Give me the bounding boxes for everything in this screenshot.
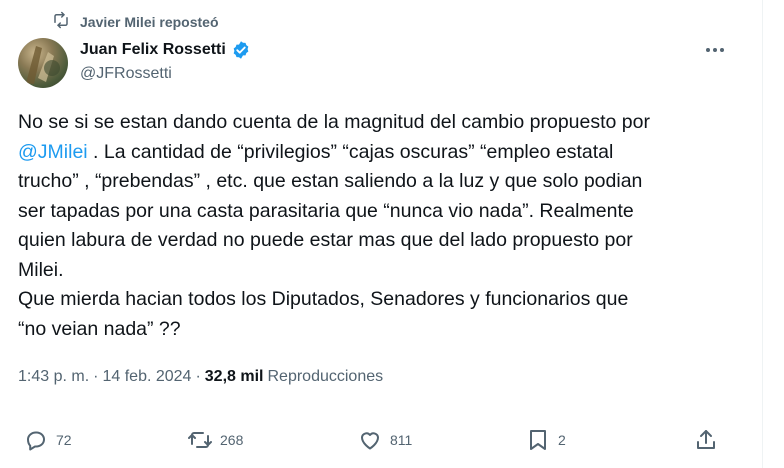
tweet-meta: 1:43 p. m. · 14 feb. 2024 · 32,8 mil Rep… [18, 368, 383, 386]
author-handle[interactable]: @JFRossetti [80, 65, 172, 83]
bookmark-count: 2 [558, 432, 566, 448]
repost-icon [188, 428, 212, 452]
repost-banner[interactable]: Javier Milei reposteó [52, 11, 219, 32]
reply-button[interactable]: 72 [24, 428, 72, 452]
tweet-time[interactable]: 1:43 p. m. [18, 368, 89, 386]
like-count: 811 [390, 432, 413, 448]
tweet-line: trucho” , “prebendas” , etc. que estan s… [18, 170, 643, 192]
repost-button[interactable]: 268 [188, 428, 243, 452]
share-button[interactable] [694, 428, 718, 452]
tweet-text: No se si se estan dando cuenta de la mag… [18, 108, 738, 344]
column-border [762, 0, 763, 468]
repost-icon [52, 11, 70, 32]
bookmark-button[interactable]: 2 [526, 428, 566, 452]
tweet-line: quien labura de verdad no puede estar ma… [18, 229, 633, 251]
meta-separator: · [195, 368, 201, 385]
views-label: Reproducciones [267, 368, 384, 385]
tweet-line: Que mierda hacian todos los Diputados, S… [18, 288, 629, 310]
like-button[interactable]: 811 [358, 428, 412, 452]
reply-icon [24, 428, 48, 452]
tweet-date[interactable]: 14 feb. 2024 [102, 368, 191, 386]
share-icon [694, 428, 718, 452]
verified-badge-icon [231, 40, 251, 60]
bookmark-icon [526, 428, 550, 452]
views-count: 32,8 mil [204, 368, 264, 385]
mention-link[interactable]: @JMilei [18, 141, 88, 163]
tweet-line-text: . La cantidad de “privilegios” “cajas os… [87, 140, 614, 163]
author-name[interactable]: Juan Felix Rossetti [80, 41, 226, 59]
tweet-line: Milei. [18, 258, 64, 281]
heart-icon [358, 428, 382, 452]
repost-count: 268 [220, 432, 244, 448]
more-options-icon[interactable] [703, 40, 727, 60]
tweet-line: No se si se estan dando cuenta de la mag… [18, 111, 650, 133]
tweet-line: @JMilei . La cantidad de “privilegios” “… [18, 138, 738, 168]
action-bar: 72 268 811 2 [0, 428, 784, 454]
avatar[interactable] [18, 38, 68, 88]
repost-banner-text: Javier Milei reposteó [80, 13, 219, 30]
tweet-line: ser tapadas por una casta parasitaria qu… [18, 199, 634, 222]
reply-count: 72 [56, 432, 72, 448]
tweet-line: “no veian nada” ?? [18, 317, 181, 340]
meta-separator: · [93, 368, 99, 385]
